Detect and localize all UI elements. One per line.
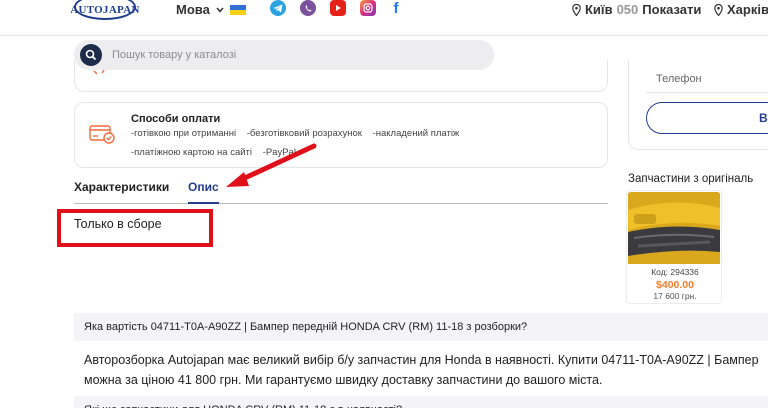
payment-method: -готівкою при отриманні [131, 128, 237, 139]
city-name: Харків [727, 2, 768, 17]
product-price-uah: 17 600 грн. [653, 291, 697, 301]
product-image[interactable] [628, 192, 720, 264]
payment-title: Способи оплати [131, 113, 221, 125]
product-price-usd: $400.00 [656, 279, 694, 291]
telegram-icon[interactable] [270, 0, 286, 16]
city-name: Київ [585, 2, 613, 17]
search-button[interactable] [80, 44, 102, 66]
credit-card-icon [89, 125, 115, 144]
payment-method: -накладений платіж [372, 128, 460, 139]
submit-button-label: В [759, 111, 768, 125]
annotation-arrow [226, 143, 317, 187]
search-input[interactable] [112, 49, 472, 61]
viber-icon[interactable] [300, 0, 316, 16]
top-header: AUTOJAPAN Мова f Київ 050 Показати Харкі… [0, 0, 768, 36]
logo-text: AUTOJAPAN [70, 4, 140, 16]
product-tabs: Характеристики Опис [74, 180, 608, 204]
faq-question[interactable]: Яка вартість 04711-T0A-A90ZZ | Бампер пе… [74, 313, 768, 341]
youtube-icon[interactable] [330, 0, 346, 16]
faq-answer-line: можна за ціною 41 800 грн. Ми гарантуємо… [84, 373, 603, 387]
location-pin-icon [714, 3, 723, 16]
faq-answer: Авторозборка Autojapan має великий вибір… [84, 350, 768, 390]
submit-button[interactable]: В [646, 102, 768, 134]
faq-question[interactable]: Які ще запчастини для HONDA CRV (RM) 11-… [74, 396, 768, 408]
chevron-down-icon [216, 7, 224, 13]
payment-methods-line1: -готівкою при отриманні -безготівковий р… [131, 128, 467, 139]
language-label: Мова [176, 2, 210, 17]
related-parts-title: Запчастини з оригіналь [628, 173, 754, 185]
product-code: Код: 294336 [651, 267, 699, 277]
instagram-icon[interactable] [360, 0, 376, 16]
faq-answer-line: Авторозборка Autojapan має великий вибір… [84, 353, 759, 367]
site-logo[interactable]: AUTOJAPAN [70, 0, 139, 20]
city-kyiv[interactable]: Київ 050 Показати [572, 2, 701, 17]
phone-field-label[interactable]: Телефон [656, 73, 702, 85]
product-description: Только в сборе [74, 217, 162, 231]
facebook-icon[interactable]: f [388, 0, 404, 17]
ukraine-flag-icon [229, 4, 246, 15]
tab-description[interactable]: Опис [188, 180, 219, 204]
tab-characteristics[interactable]: Характеристики [74, 180, 169, 194]
search-icon [85, 49, 97, 61]
payment-methods-card: Способи оплати -готівкою при отриманні -… [74, 102, 608, 168]
language-selector[interactable]: Мова [176, 2, 246, 17]
phone-field-underline [646, 92, 768, 93]
search-bar[interactable] [74, 40, 494, 70]
payment-method: -безготівковий розрахунок [246, 128, 362, 139]
show-phone-link[interactable]: Показати [642, 2, 701, 17]
phone-prefix: 050 [616, 2, 639, 17]
location-pin-icon [572, 3, 581, 16]
related-product-card[interactable]: Код: 294336 $400.00 17 600 грн. [626, 190, 722, 304]
city-kharkiv[interactable]: Харків [714, 2, 768, 17]
